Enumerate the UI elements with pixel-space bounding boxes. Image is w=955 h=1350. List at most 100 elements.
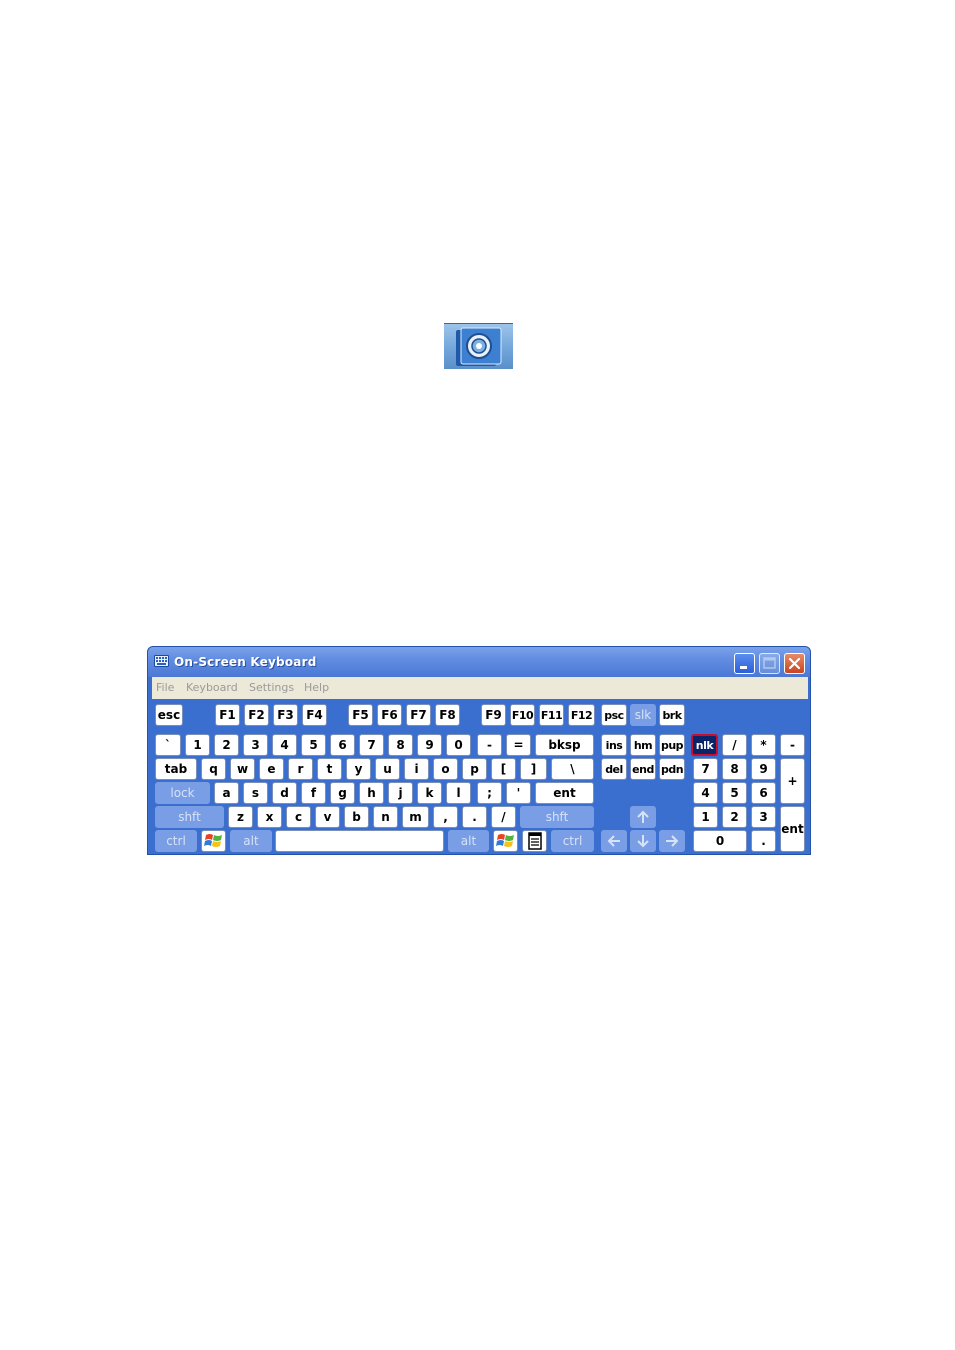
key-right-windows[interactable] xyxy=(493,830,518,852)
menu-settings[interactable]: Settings xyxy=(249,681,294,694)
key-l[interactable]: l xyxy=(446,782,471,804)
key-space[interactable] xyxy=(275,830,444,852)
key-e[interactable]: e xyxy=(259,758,284,780)
key-s[interactable]: s xyxy=(243,782,268,804)
key-right-ctrl[interactable]: ctrl xyxy=(551,830,594,852)
key-m[interactable]: m xyxy=(402,806,429,828)
key-z[interactable]: z xyxy=(228,806,253,828)
key-p[interactable]: p xyxy=(462,758,487,780)
key-f1[interactable]: F1 xyxy=(215,704,240,726)
key-kp-6[interactable]: 6 xyxy=(751,782,776,804)
key-right-bracket[interactable]: ] xyxy=(520,758,547,780)
key-comma[interactable]: , xyxy=(433,806,458,828)
key-enter[interactable]: ent xyxy=(535,782,594,804)
key-slash[interactable]: / xyxy=(491,806,516,828)
key-kp-0[interactable]: 0 xyxy=(693,830,747,852)
key-6[interactable]: 6 xyxy=(330,734,355,756)
key-t[interactable]: t xyxy=(317,758,342,780)
key-5[interactable]: 5 xyxy=(301,734,326,756)
key-backtick[interactable]: ` xyxy=(155,734,181,756)
key-v[interactable]: v xyxy=(315,806,340,828)
key-kp-enter[interactable]: ent xyxy=(780,806,805,852)
title-bar[interactable]: On-Screen Keyboard xyxy=(148,647,810,677)
key-arrow-right[interactable] xyxy=(659,830,685,852)
key-tab[interactable]: tab xyxy=(155,758,197,780)
key-application[interactable] xyxy=(522,830,547,852)
key-kp-divide[interactable]: / xyxy=(722,734,747,756)
key-left-shift[interactable]: shft xyxy=(155,806,224,828)
menu-keyboard[interactable]: Keyboard xyxy=(186,681,238,694)
key-slk[interactable]: slk xyxy=(630,704,656,726)
key-kp-3[interactable]: 3 xyxy=(751,806,776,828)
key-c[interactable]: c xyxy=(286,806,311,828)
key-f11[interactable]: F11 xyxy=(539,704,564,726)
key-ins[interactable]: ins xyxy=(601,734,627,756)
key-f2[interactable]: F2 xyxy=(244,704,269,726)
key-kp-9[interactable]: 9 xyxy=(751,758,776,780)
key-1[interactable]: 1 xyxy=(185,734,210,756)
key-x[interactable]: x xyxy=(257,806,282,828)
key-bksp[interactable]: bksp xyxy=(535,734,594,756)
key-f12[interactable]: F12 xyxy=(568,704,595,726)
key-kp-4[interactable]: 4 xyxy=(693,782,718,804)
key-arrow-left[interactable] xyxy=(601,830,627,852)
key-o[interactable]: o xyxy=(433,758,458,780)
key-quote[interactable]: ' xyxy=(506,782,531,804)
key-psc[interactable]: psc xyxy=(601,704,627,726)
key-kp-plus[interactable]: + xyxy=(780,758,805,804)
key-arrow-down[interactable] xyxy=(630,830,656,852)
key-f8[interactable]: F8 xyxy=(435,704,460,726)
key-r[interactable]: r xyxy=(288,758,313,780)
key-esc[interactable]: esc xyxy=(155,704,183,726)
key-9[interactable]: 9 xyxy=(417,734,442,756)
key-b[interactable]: b xyxy=(344,806,369,828)
menu-help[interactable]: Help xyxy=(304,681,329,694)
key-f5[interactable]: F5 xyxy=(348,704,373,726)
key-8[interactable]: 8 xyxy=(388,734,413,756)
key-w[interactable]: w xyxy=(230,758,255,780)
maximize-button[interactable] xyxy=(759,653,780,674)
key-a[interactable]: a xyxy=(214,782,239,804)
key-f3[interactable]: F3 xyxy=(273,704,298,726)
key-kp-8[interactable]: 8 xyxy=(722,758,747,780)
key-n[interactable]: n xyxy=(373,806,398,828)
key-f10[interactable]: F10 xyxy=(510,704,535,726)
key-k[interactable]: k xyxy=(417,782,442,804)
key-semicolon[interactable]: ; xyxy=(477,782,502,804)
key-f9[interactable]: F9 xyxy=(481,704,506,726)
key-left-ctrl[interactable]: ctrl xyxy=(155,830,197,852)
key-caps-lock[interactable]: lock xyxy=(155,782,210,804)
key-kp-2[interactable]: 2 xyxy=(722,806,747,828)
key-4[interactable]: 4 xyxy=(272,734,297,756)
key-arrow-up[interactable] xyxy=(630,806,656,828)
key-f7[interactable]: F7 xyxy=(406,704,431,726)
key-left-windows[interactable] xyxy=(201,830,226,852)
key-kp-1[interactable]: 1 xyxy=(693,806,718,828)
key-brk[interactable]: brk xyxy=(659,704,685,726)
key-q[interactable]: q xyxy=(201,758,226,780)
key-pdn[interactable]: pdn xyxy=(659,758,685,780)
key-d[interactable]: d xyxy=(272,782,297,804)
key-u[interactable]: u xyxy=(375,758,400,780)
key-equals[interactable]: = xyxy=(506,734,531,756)
key-kp-decimal[interactable]: . xyxy=(751,830,776,852)
key-kp-5[interactable]: 5 xyxy=(722,782,747,804)
key-end[interactable]: end xyxy=(630,758,656,780)
key-j[interactable]: j xyxy=(388,782,413,804)
key-right-shift[interactable]: shft xyxy=(520,806,594,828)
key-2[interactable]: 2 xyxy=(214,734,239,756)
key-7[interactable]: 7 xyxy=(359,734,384,756)
key-kp-multiply[interactable]: * xyxy=(751,734,776,756)
key-kp-7[interactable]: 7 xyxy=(693,758,718,780)
key-backslash[interactable]: \ xyxy=(551,758,594,780)
key-pup[interactable]: pup xyxy=(659,734,685,756)
key-i[interactable]: i xyxy=(404,758,429,780)
key-hm[interactable]: hm xyxy=(630,734,656,756)
on-screen-keyboard-app-icon[interactable] xyxy=(444,323,513,369)
key-left-bracket[interactable]: [ xyxy=(491,758,516,780)
key-f6[interactable]: F6 xyxy=(377,704,402,726)
key-kp-minus[interactable]: - xyxy=(780,734,805,756)
key-g[interactable]: g xyxy=(330,782,355,804)
key-y[interactable]: y xyxy=(346,758,371,780)
key-f[interactable]: f xyxy=(301,782,326,804)
